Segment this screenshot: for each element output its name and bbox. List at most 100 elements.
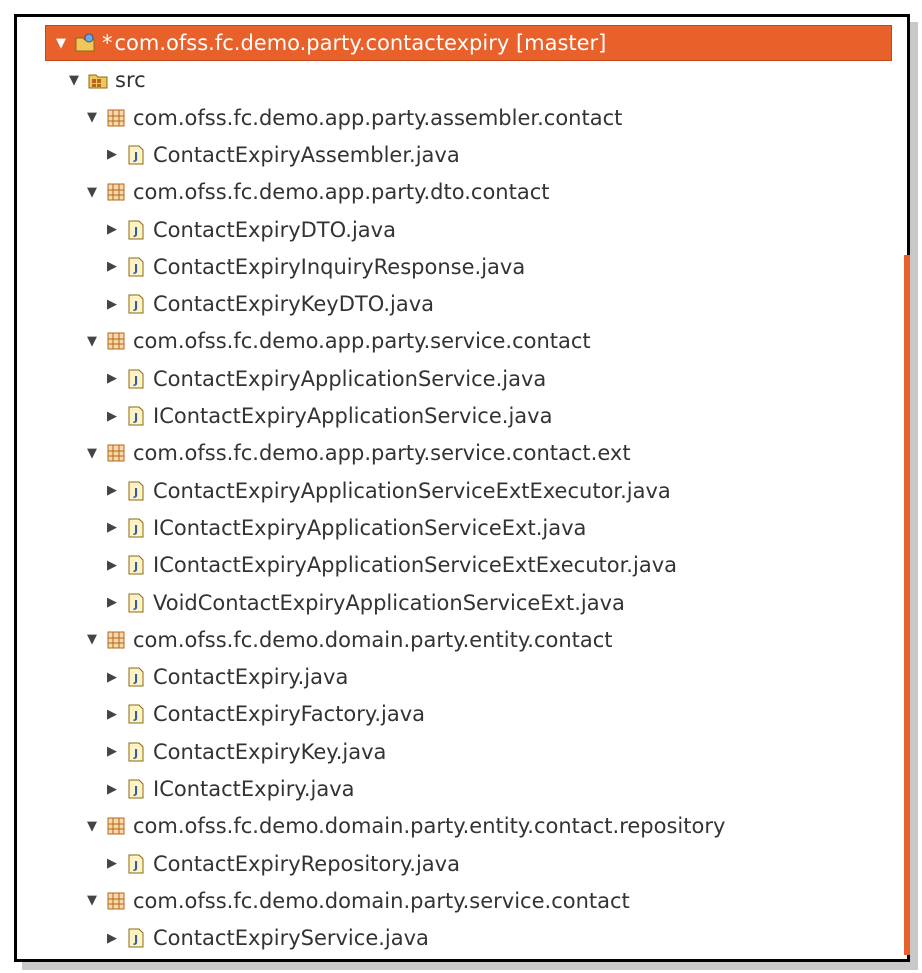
expanded-arrow-icon[interactable]: ▼ [83, 446, 101, 461]
java-file-icon: J [128, 406, 144, 426]
tree-item-java-file[interactable]: ▶ J IContactExpiryApplicationServiceExtExe… [103, 547, 677, 583]
package-icon [107, 332, 125, 350]
package-icon [107, 892, 125, 910]
java-file-icon: J [128, 220, 144, 239]
tree-item-src-label: src [115, 68, 146, 93]
svg-text:J: J [133, 411, 138, 424]
tree-item-java-file-label: ContactExpiryRepository.java [153, 851, 460, 876]
package-icon [107, 109, 125, 127]
expanded-arrow-icon[interactable]: ▼ [52, 36, 70, 51]
tree-item-java-file-label: ContactExpiryApplicationService.java [153, 366, 547, 391]
java-file-icon: J [128, 593, 144, 612]
java-file-icon: J [128, 145, 144, 165]
collapsed-arrow-icon[interactable]: ▶ [103, 670, 121, 685]
tree-item-package[interactable]: ▼ com.ofss.fc.demo.domain.party.entity.co… [83, 808, 725, 844]
collapsed-arrow-icon[interactable]: ▶ [103, 147, 121, 162]
package-icon [107, 817, 125, 835]
java-file-icon: J [128, 257, 144, 277]
collapsed-arrow-icon[interactable]: ▶ [103, 558, 121, 573]
collapsed-arrow-icon[interactable]: ▶ [103, 371, 121, 386]
java-file-icon: J [128, 518, 144, 538]
tree-item-java-file-label: ContactExpiryKey.java [153, 739, 387, 764]
collapsed-arrow-icon[interactable]: ▶ [103, 483, 121, 498]
tree-item-java-file[interactable]: ▶ J ContactExpiry.java [103, 659, 348, 695]
tree-item-project-label: com.ofss.fc.demo.party.contactexpiry [ma… [114, 31, 607, 55]
tree-item-package[interactable]: ▼ com.ofss.fc.demo.app.party.service.cont… [83, 435, 631, 471]
java-file-icon: J [128, 667, 144, 687]
tree-item-java-file[interactable]: ▶ J ContactExpiryAssembler.java [103, 137, 460, 173]
expanded-arrow-icon[interactable]: ▼ [65, 73, 83, 88]
collapsed-arrow-icon[interactable]: ▶ [103, 782, 121, 797]
tree-item-java-file[interactable]: ▶ J ContactExpiryInquiryResponse.java [103, 249, 525, 285]
tree-item-java-file[interactable]: ▶ J ContactExpiryFactory.java [103, 696, 425, 732]
svg-text:J: J [133, 299, 138, 312]
tree-item-java-file-label: IContactExpiryApplicationService.java [153, 404, 553, 428]
svg-text:J: J [133, 709, 138, 722]
expanded-arrow-icon[interactable]: ▼ [83, 110, 101, 125]
tree-item-java-file[interactable]: ▶ J ContactExpiryApplicationService.java [103, 361, 546, 397]
dirty-marker: * [102, 31, 113, 55]
tree-item-src[interactable]: ▼ src [65, 62, 146, 98]
tree-item-project[interactable]: ▼ * com.ofss.fc.demo.party.contactexpiry [… [45, 25, 892, 61]
tree-item-package[interactable]: ▼ com.ofss.fc.demo.app.party.dto.contact [83, 174, 549, 210]
expanded-arrow-icon[interactable]: ▼ [83, 632, 101, 647]
collapsed-arrow-icon[interactable]: ▶ [103, 931, 121, 946]
tree-item-java-file[interactable]: ▶ J IContactExpiry.java [103, 771, 355, 807]
collapsed-arrow-icon[interactable]: ▶ [103, 744, 121, 759]
expanded-arrow-icon[interactable]: ▼ [83, 893, 101, 908]
project-icon [75, 33, 95, 52]
collapsed-arrow-icon[interactable]: ▶ [103, 707, 121, 722]
svg-text:J: J [133, 859, 138, 872]
svg-text:J: J [133, 486, 138, 499]
svg-text:J: J [133, 672, 138, 685]
collapsed-arrow-icon[interactable]: ▶ [103, 222, 121, 237]
tree-item-java-file[interactable]: ▶ J ContactExpiryDTO.java [103, 212, 396, 248]
tree-item-package-label: com.ofss.fc.demo.app.party.dto.contact [133, 180, 550, 205]
tree-item-java-file[interactable]: ▶ J IContactExpiryApplicationService.java [103, 398, 552, 434]
scrollbar-edge [904, 255, 910, 955]
tree-item-package-label: com.ofss.fc.demo.domain.party.entity.con… [133, 627, 613, 652]
tree-item-java-file-label: ContactExpiry.java [153, 665, 349, 690]
tree-item-java-file[interactable]: ▶ J ContactExpiryKey.java [103, 734, 386, 770]
tree-item-java-file[interactable]: ▶ J VoidContactExpiryApplicationServiceExt… [103, 585, 625, 621]
package-icon [107, 444, 125, 462]
tree-item-package[interactable]: ▼ com.ofss.fc.demo.app.party.assembler.co… [83, 100, 622, 136]
java-file-icon: J [128, 481, 144, 501]
expanded-arrow-icon[interactable]: ▼ [83, 819, 101, 834]
source-folder-icon [88, 74, 108, 89]
tree-item-java-file[interactable]: ▶ J ContactExpiryService.java [103, 920, 429, 956]
collapsed-arrow-icon[interactable]: ▶ [103, 409, 121, 424]
java-file-icon: J [128, 854, 144, 874]
java-file-icon: J [128, 294, 144, 314]
expanded-arrow-icon[interactable]: ▼ [83, 334, 101, 349]
tree-item-package-label: com.ofss.fc.demo.domain.party.entity.con… [133, 814, 726, 839]
collapsed-arrow-icon[interactable]: ▶ [103, 259, 121, 274]
collapsed-arrow-icon[interactable]: ▶ [103, 520, 121, 535]
tree-item-package[interactable]: ▼ com.ofss.fc.demo.domain.party.service.c… [83, 883, 630, 919]
java-file-icon: J [128, 779, 144, 799]
tree-item-java-file[interactable]: ▶ J IContactExpiryApplicationServiceExt.ja… [103, 510, 586, 546]
tree-item-package[interactable]: ▼ com.ofss.fc.demo.app.party.service.cont… [83, 323, 591, 359]
package-icon [107, 631, 125, 649]
tree-item-package[interactable]: ▼ com.ofss.fc.demo.domain.party.entity.co… [83, 622, 613, 658]
tree-item-java-file[interactable]: ▶ J ContactExpiryRepository.java [103, 846, 460, 882]
svg-text:J: J [133, 150, 138, 163]
tree-item-java-file-label: ContactExpiryApplicationServiceExtExecut… [153, 478, 671, 503]
svg-text:J: J [133, 747, 138, 760]
package-explorer: ▼ * com.ofss.fc.demo.party.contactexpiry [… [14, 14, 910, 962]
collapsed-arrow-icon[interactable]: ▶ [103, 856, 121, 871]
expanded-arrow-icon[interactable]: ▼ [83, 185, 101, 200]
java-file-icon: J [128, 369, 144, 389]
tree-item-java-file-label: IContactExpiry.java [153, 777, 355, 801]
tree-item-package-label: com.ofss.fc.demo.domain.party.service.co… [133, 888, 630, 913]
tree-item-java-file[interactable]: ▶ J ContactExpiryApplicationServiceExtExec… [103, 473, 671, 509]
collapsed-arrow-icon[interactable]: ▶ [103, 297, 121, 312]
package-icon [107, 183, 125, 201]
collapsed-arrow-icon[interactable]: ▶ [103, 595, 121, 610]
tree-item-package-label: com.ofss.fc.demo.app.party.service.conta… [133, 441, 631, 466]
tree-item-java-file[interactable]: ▶ J ContactExpiryKeyDTO.java [103, 286, 434, 322]
java-file-icon: J [128, 742, 144, 762]
svg-text:J: J [133, 374, 138, 387]
tree-item-package-label: com.ofss.fc.demo.app.party.assembler.con… [133, 105, 623, 130]
tree-item-java-file-label: IContactExpiryApplicationServiceExt.java [153, 515, 587, 540]
